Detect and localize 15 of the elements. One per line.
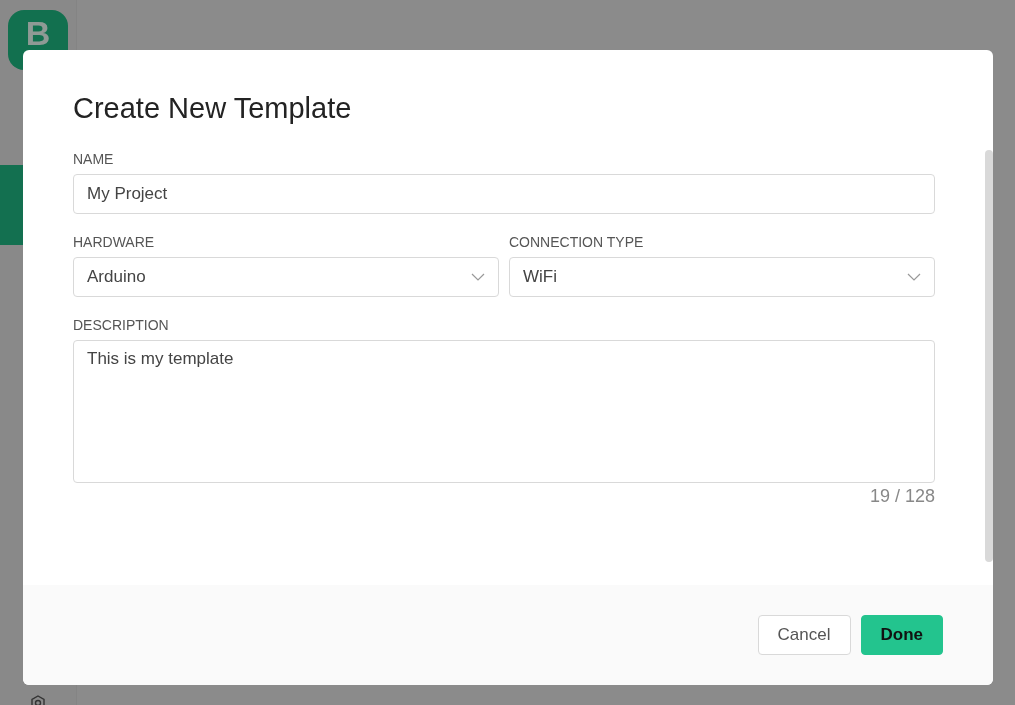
done-button[interactable]: Done xyxy=(860,615,943,655)
dropdown-field[interactable]: Arduino xyxy=(73,257,499,297)
dialog-title: Create New Template xyxy=(73,92,353,125)
chevron-down-icon xyxy=(907,273,921,281)
scrollbar[interactable] xyxy=(985,150,993,562)
chevron-down-icon xyxy=(471,273,485,281)
field-label: HARDWARE xyxy=(73,234,156,250)
description-field[interactable]: This is my template xyxy=(73,340,935,483)
character-counter: 19 / 128 xyxy=(869,486,935,507)
dropdown-field[interactable]: WiFi xyxy=(509,257,935,297)
field-label: NAME xyxy=(73,151,115,167)
cancel-button[interactable]: Cancel xyxy=(757,615,851,655)
name-field[interactable]: My Project xyxy=(73,174,935,214)
field-label: DESCRIPTION xyxy=(73,317,170,333)
field-label: CONNECTION TYPE xyxy=(509,234,645,250)
